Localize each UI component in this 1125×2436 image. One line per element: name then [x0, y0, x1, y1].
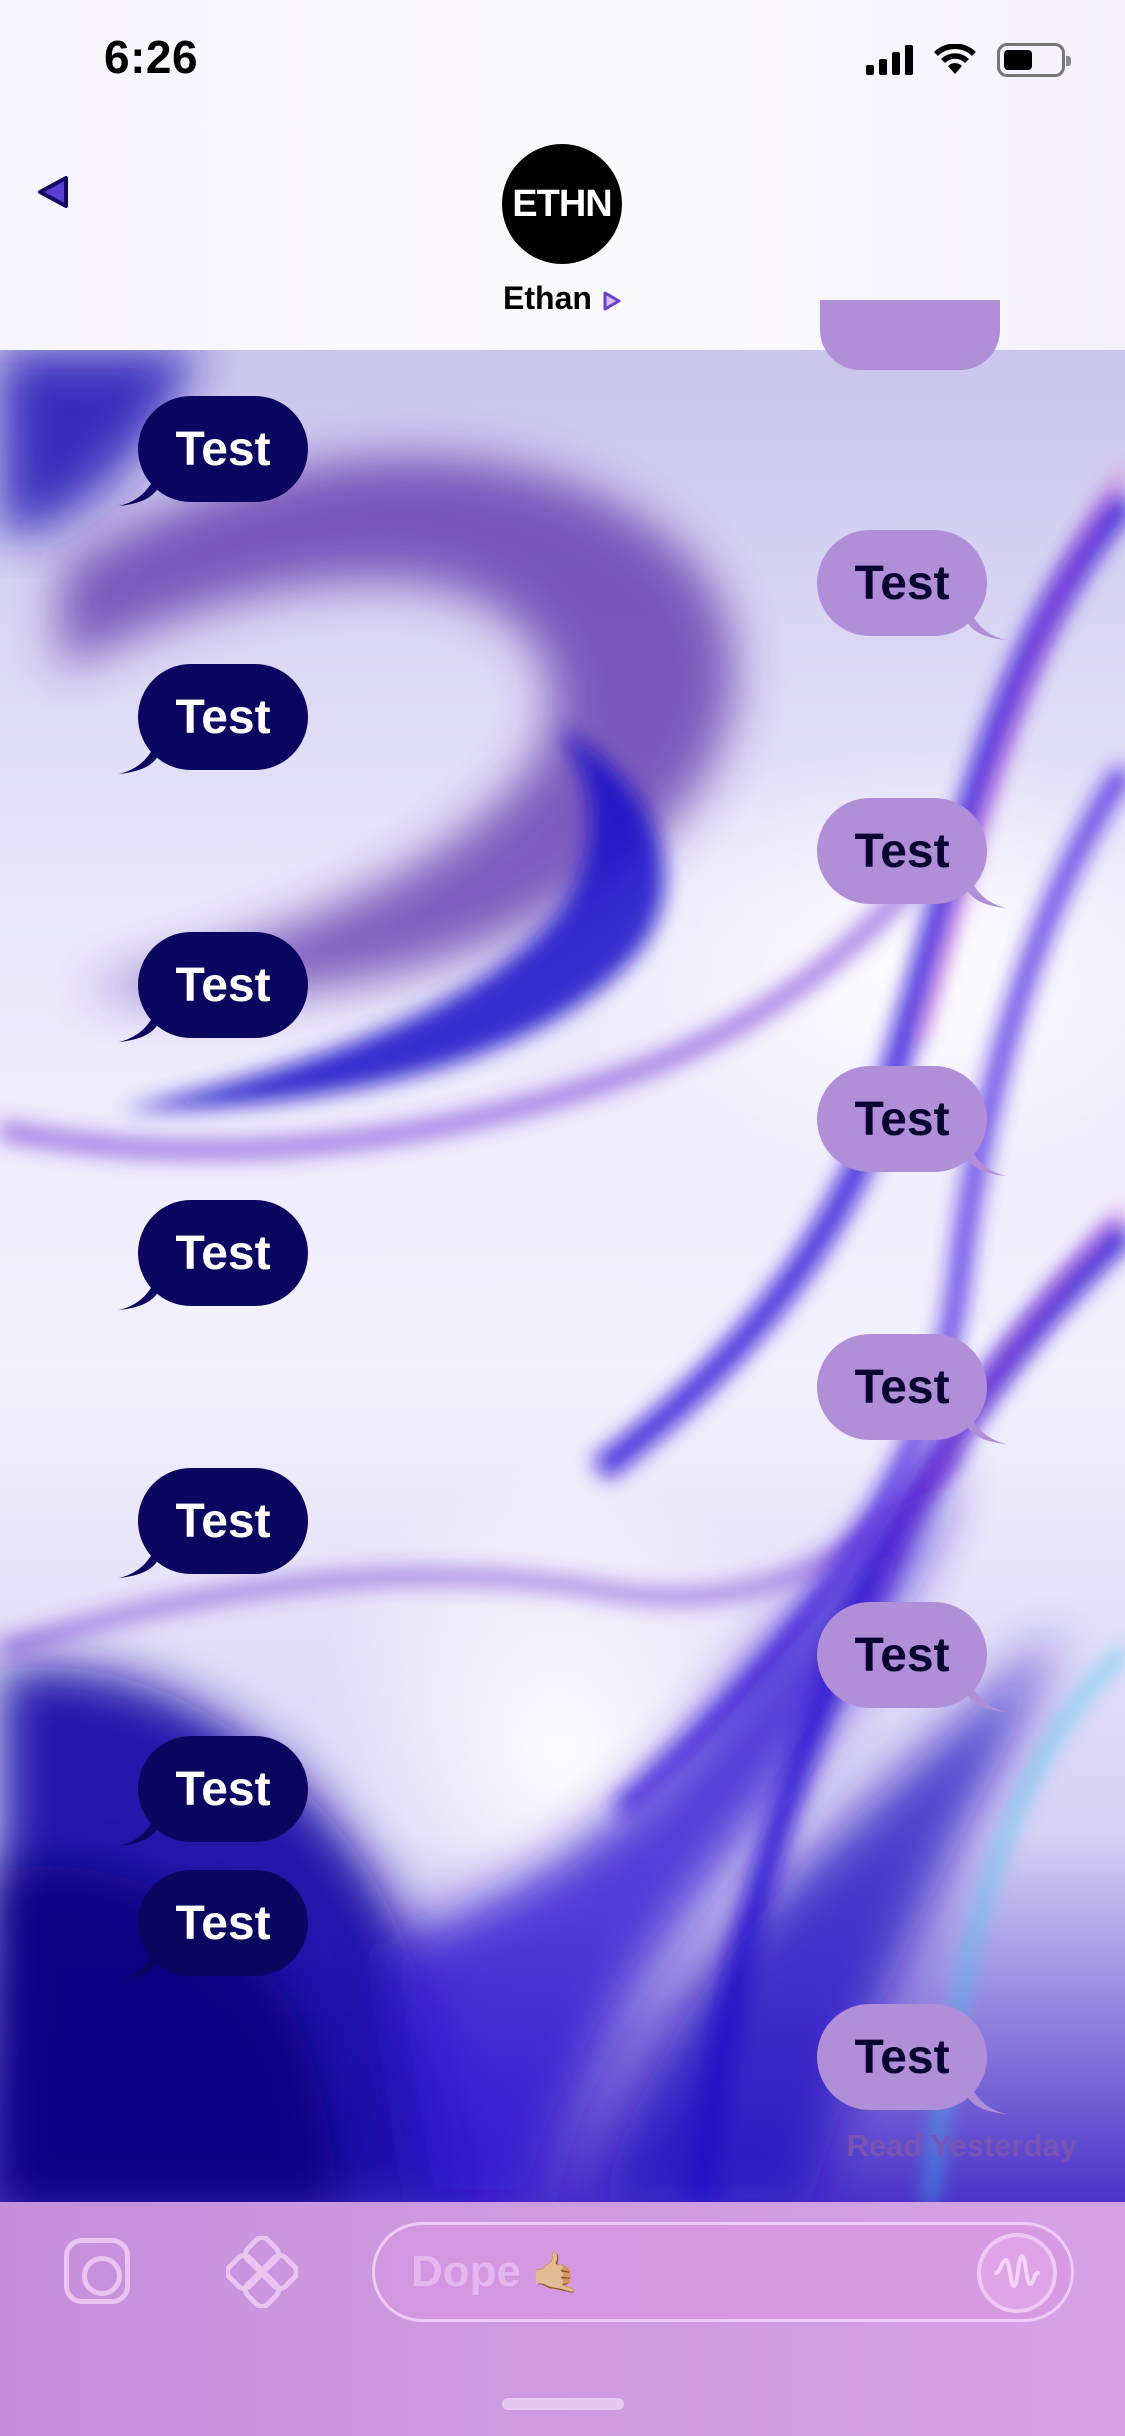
outgoing-message[interactable]: Test — [817, 798, 1007, 908]
home-indicator — [502, 2398, 624, 2410]
shaka-emoji: 🤙🏼 — [531, 2250, 581, 2295]
back-button[interactable] — [34, 172, 74, 212]
outgoing-message[interactable]: Test — [817, 2004, 1007, 2114]
message-text: Test — [175, 1494, 271, 1548]
message-text: Test — [854, 824, 950, 878]
message-text: Test — [854, 556, 950, 610]
message-text: Test — [175, 1762, 271, 1816]
read-receipt: Read Yesterday — [846, 2128, 1077, 2163]
outgoing-message[interactable]: Test — [817, 530, 1007, 640]
status-icons — [866, 40, 1071, 80]
outgoing-message[interactable]: Test — [817, 1066, 1007, 1176]
message-input[interactable]: Dope 🤙🏼 — [372, 2222, 1074, 2322]
message-text: Test — [854, 1628, 950, 1682]
chevron-right-icon — [603, 291, 621, 310]
partial-outgoing-bubble — [820, 300, 1000, 370]
cellular-signal-icon — [866, 45, 913, 75]
status-time: 6:26 — [104, 31, 199, 83]
incoming-message[interactable]: Test — [118, 1870, 308, 1980]
incoming-message[interactable]: Test — [118, 1736, 308, 1846]
message-text: Test — [854, 2030, 950, 2084]
message-text: Test — [175, 1896, 271, 1950]
message-text: Test — [175, 422, 271, 476]
message-text: Test — [175, 1226, 271, 1280]
battery-icon — [997, 43, 1071, 77]
contact-name: Ethan — [503, 280, 592, 316]
avatar-text: ETHN — [512, 182, 612, 225]
message-text: Test — [854, 1092, 950, 1146]
message-text: Test — [854, 1360, 950, 1414]
incoming-message[interactable]: Test — [118, 396, 308, 506]
outgoing-message[interactable]: Test — [817, 1602, 1007, 1712]
apps-icon[interactable] — [226, 2236, 298, 2308]
incoming-message[interactable]: Test — [118, 1200, 308, 1310]
contact-avatar[interactable]: ETHN — [502, 144, 622, 264]
incoming-message[interactable]: Test — [118, 664, 308, 774]
message-text: Test — [175, 958, 271, 1012]
message-text: Test — [175, 690, 271, 744]
chat-header: 6:26 ETHN Ethan — [0, 0, 1125, 350]
chat-screen: 6:26 ETHN Ethan Test Test Test Test Test… — [0, 0, 1125, 2436]
outgoing-message[interactable]: Test — [817, 1334, 1007, 1444]
incoming-message[interactable]: Test — [118, 1468, 308, 1578]
incoming-message[interactable]: Test — [118, 932, 308, 1042]
wifi-icon — [934, 44, 976, 74]
input-placeholder: Dope — [411, 2247, 521, 2296]
camera-icon[interactable] — [64, 2238, 130, 2304]
message-composer: Dope 🤙🏼 — [0, 2202, 1125, 2436]
audio-wave-icon[interactable] — [977, 2233, 1057, 2313]
